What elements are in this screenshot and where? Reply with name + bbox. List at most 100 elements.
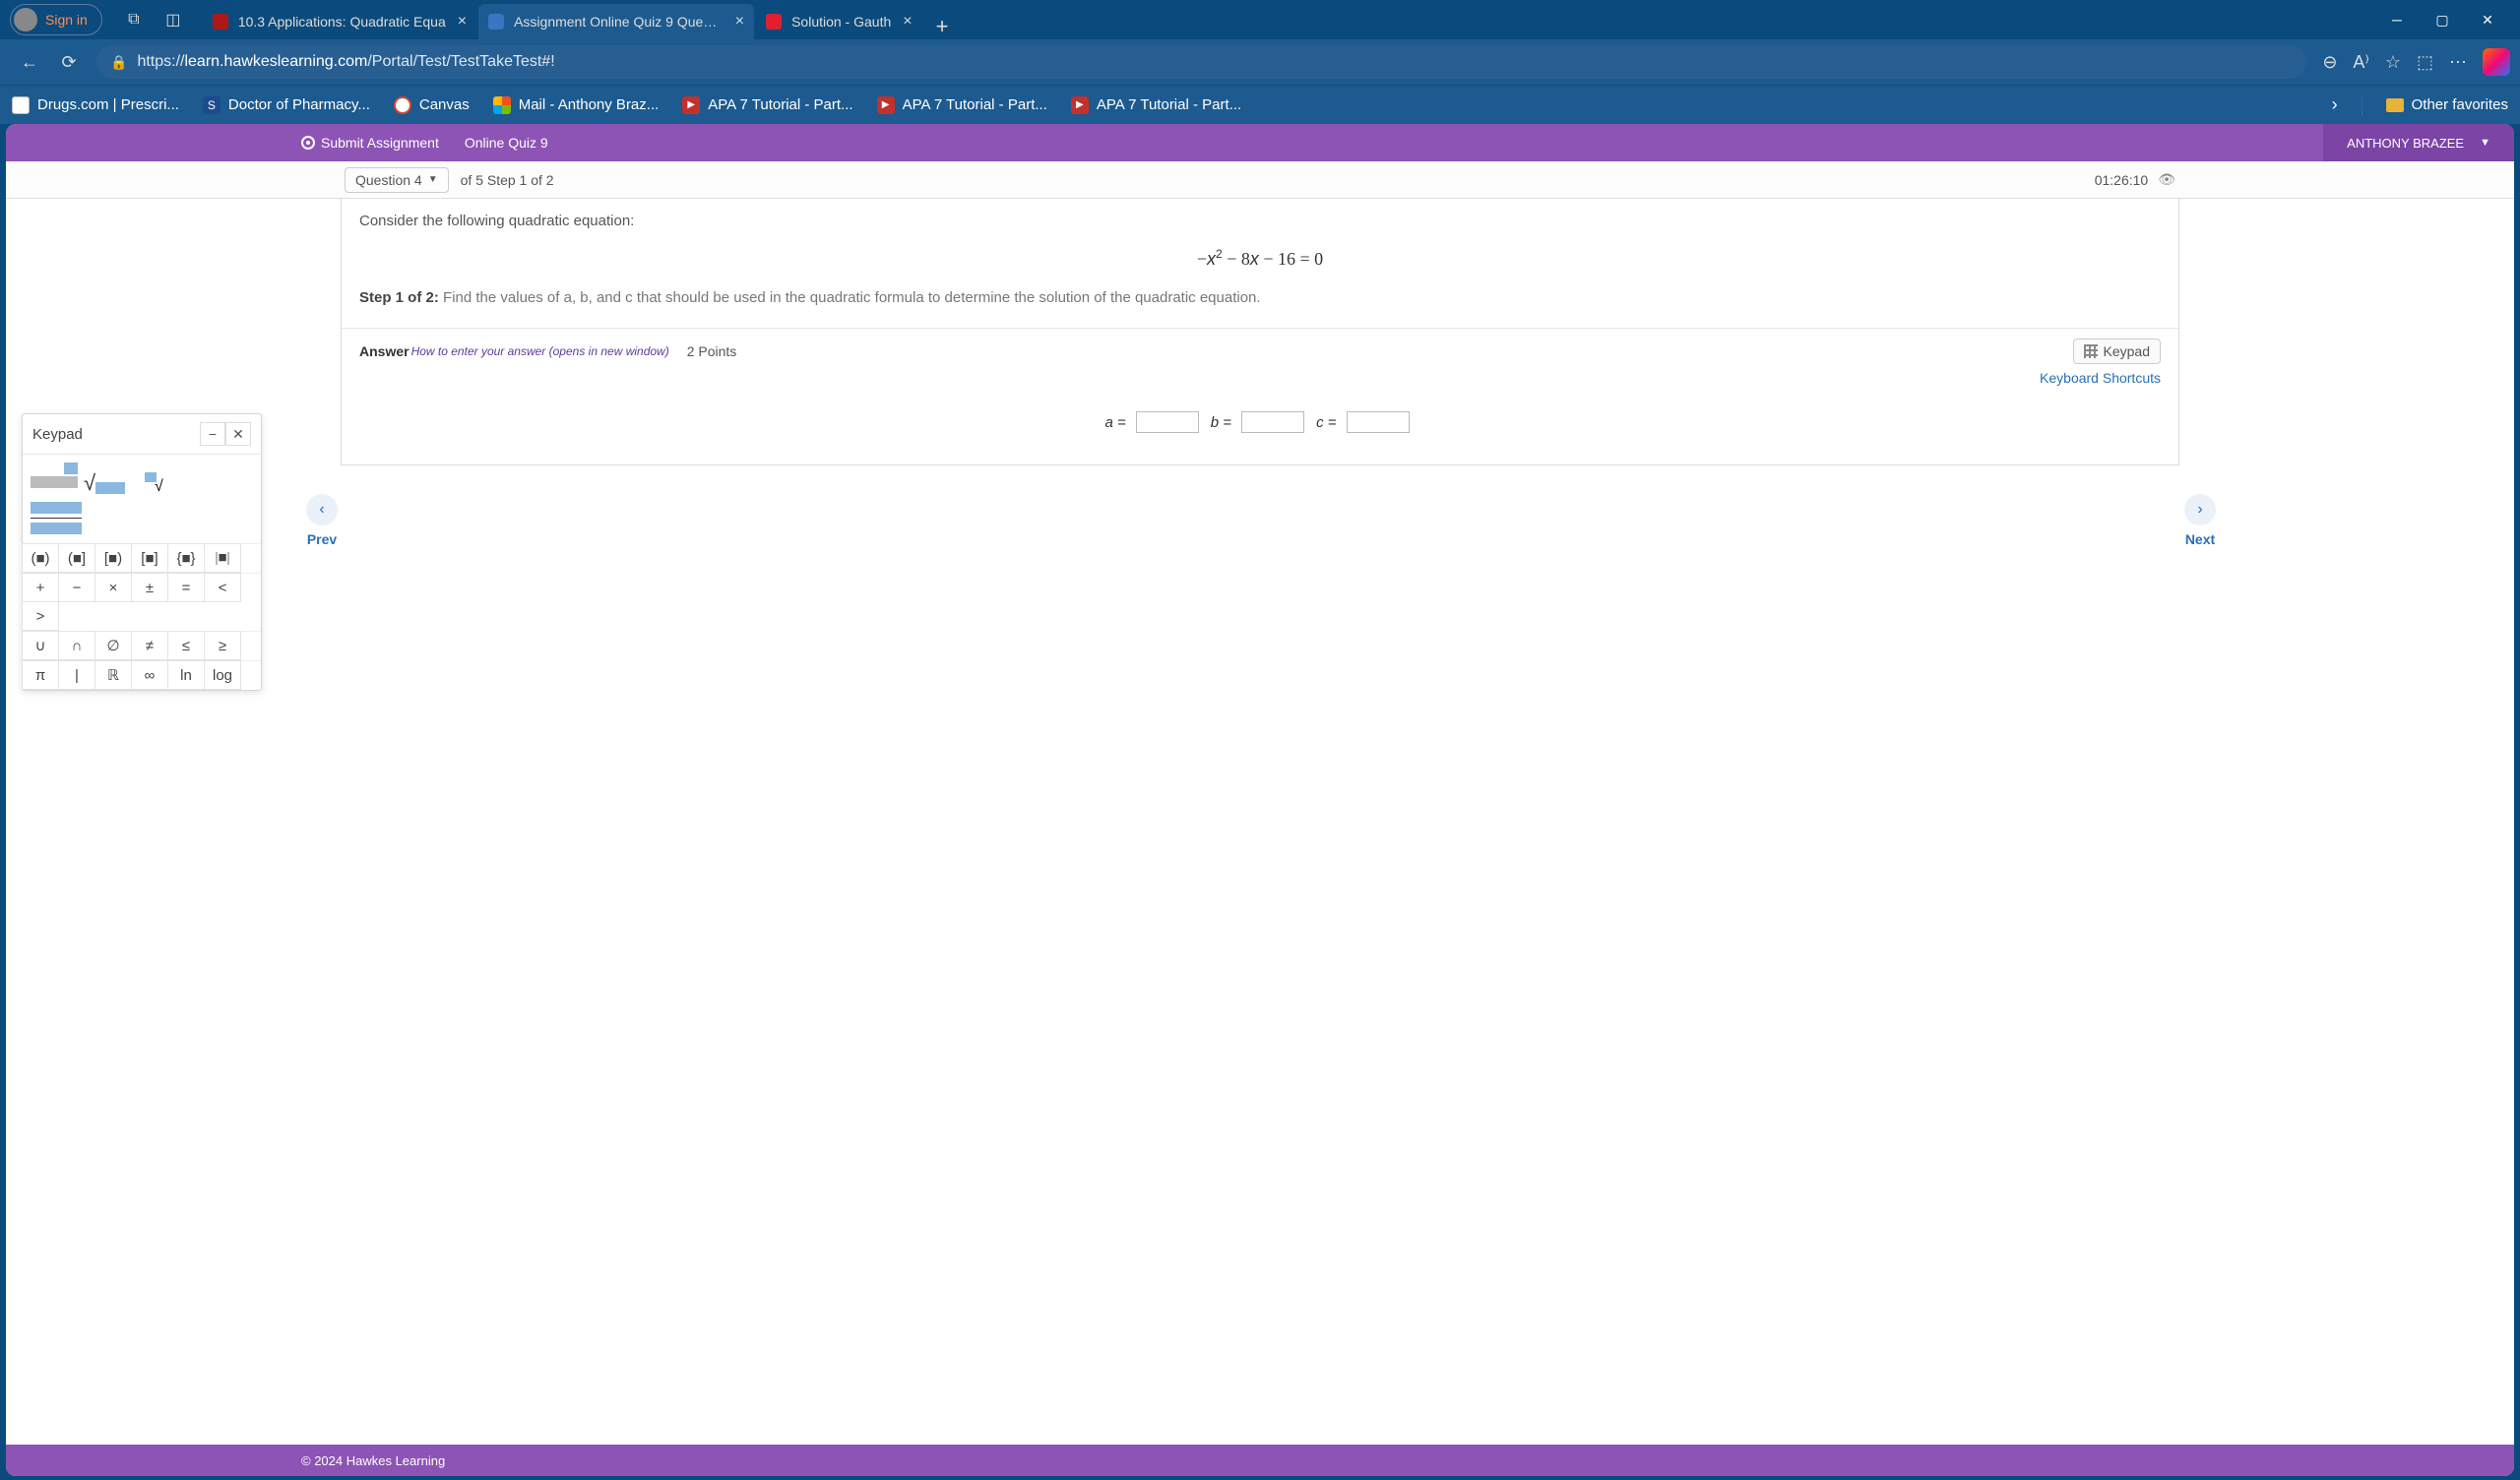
- close-icon[interactable]: ×: [903, 13, 912, 31]
- b-input[interactable]: [1241, 411, 1304, 433]
- kp-union[interactable]: ∪: [22, 631, 59, 660]
- keypad-minimize-button[interactable]: −: [200, 422, 225, 446]
- quiz-title: Online Quiz 9: [465, 135, 548, 151]
- tab-strip: 10.3 Applications: Quadratic Equa × Assi…: [203, 0, 2374, 39]
- close-icon[interactable]: ×: [458, 13, 467, 31]
- kp-empty[interactable]: ∅: [94, 631, 132, 660]
- bookmark-item[interactable]: Drugs.com | Prescri...: [12, 96, 179, 114]
- kp-minus[interactable]: −: [58, 573, 95, 602]
- c-input[interactable]: [1347, 411, 1410, 433]
- tab-0[interactable]: 10.3 Applications: Quadratic Equa ×: [203, 4, 476, 39]
- kp-paren[interactable]: (■): [22, 543, 59, 573]
- kp-abs[interactable]: |■|: [204, 543, 241, 573]
- eye-off-icon[interactable]: 👁: [2158, 171, 2175, 188]
- bookmarks-overflow-icon[interactable]: ›: [2332, 94, 2338, 115]
- template-sqrt[interactable]: √: [84, 462, 139, 496]
- bookmark-item[interactable]: ▶APA 7 Tutorial - Part...: [1071, 96, 1241, 114]
- user-menu[interactable]: ANTHONY BRAZEE ▼: [2323, 124, 2514, 161]
- tab-1[interactable]: Assignment Online Quiz 9 Questio ×: [478, 4, 754, 39]
- template-exponent[interactable]: [31, 462, 78, 496]
- minimize-button[interactable]: ─: [2374, 0, 2420, 39]
- favicon-icon: [12, 96, 30, 114]
- profile-chip[interactable]: Sign in: [10, 4, 102, 35]
- other-favorites[interactable]: Other favorites: [2386, 96, 2508, 113]
- maximize-button[interactable]: ▢: [2420, 0, 2465, 39]
- footer: © 2024 Hawkes Learning: [6, 1445, 2514, 1476]
- read-aloud-icon[interactable]: A⁾: [2353, 52, 2368, 73]
- kp-neq[interactable]: ≠: [131, 631, 168, 660]
- keyboard-shortcuts-link[interactable]: Keyboard Shortcuts: [342, 368, 2178, 398]
- keypad-sets-row: ∪ ∩ ∅ ≠ ≤ ≥: [23, 631, 261, 660]
- kp-brace[interactable]: {■}: [167, 543, 205, 573]
- kp-times[interactable]: ×: [94, 573, 132, 602]
- template-nth-root[interactable]: √: [145, 462, 204, 496]
- kp-bracket[interactable]: [■]: [131, 543, 168, 573]
- close-window-button[interactable]: ✕: [2465, 0, 2510, 39]
- bookmarks-bar: Drugs.com | Prescri... SDoctor of Pharma…: [0, 85, 2520, 124]
- kp-interval-oc[interactable]: (■]: [58, 543, 95, 573]
- answer-help-link[interactable]: How to enter your answer (opens in new w…: [411, 344, 669, 358]
- lock-icon: 🔒: [110, 54, 127, 71]
- a-label: a =: [1105, 414, 1126, 431]
- question-card: Consider the following quadratic equatio…: [341, 199, 2179, 465]
- next-nav[interactable]: › Next: [2177, 494, 2223, 547]
- bookmark-item[interactable]: ▶APA 7 Tutorial - Part...: [682, 96, 852, 114]
- a-input[interactable]: [1136, 411, 1199, 433]
- kp-equals[interactable]: =: [167, 573, 205, 602]
- back-button[interactable]: ←: [10, 42, 49, 82]
- answer-label: Answer: [359, 343, 410, 359]
- kp-infinity[interactable]: ∞: [131, 660, 168, 690]
- question-selector[interactable]: Question 4 ▼: [345, 167, 449, 193]
- question-meta-row: Question 4 ▼ of 5 Step 1 of 2 01:26:10 👁: [6, 161, 2514, 199]
- bookmark-item[interactable]: Canvas: [394, 96, 470, 114]
- kp-reals[interactable]: ℝ: [94, 660, 132, 690]
- favorite-icon[interactable]: ☆: [2385, 52, 2401, 73]
- kp-ln[interactable]: ln: [167, 660, 205, 690]
- keypad-titlebar[interactable]: Keypad − ✕: [23, 414, 261, 455]
- kp-interval-co[interactable]: [■): [94, 543, 132, 573]
- youtube-icon: ▶: [1071, 96, 1089, 114]
- submit-assignment-link[interactable]: Submit Assignment: [301, 135, 439, 151]
- workspaces-icon[interactable]: ⧉: [116, 2, 152, 37]
- url-field[interactable]: 🔒 https://learn.hawkeslearning.com/Porta…: [96, 45, 2306, 79]
- refresh-button[interactable]: ⟳: [49, 42, 89, 82]
- new-tab-button[interactable]: +: [924, 14, 961, 39]
- sidebar-toggle-icon[interactable]: ◫: [156, 2, 191, 37]
- keypad-close-button[interactable]: ✕: [225, 422, 251, 446]
- bookmark-item[interactable]: ▶APA 7 Tutorial - Part...: [877, 96, 1047, 114]
- kp-plus[interactable]: +: [22, 573, 59, 602]
- bookmark-item[interactable]: Mail - Anthony Braz...: [493, 96, 660, 114]
- template-fraction[interactable]: [31, 502, 82, 535]
- extensions-icon[interactable]: ⬚: [2417, 52, 2433, 73]
- bookmark-item[interactable]: SDoctor of Pharmacy...: [203, 96, 370, 114]
- address-bar: ← ⟳ 🔒 https://learn.hawkeslearning.com/P…: [0, 39, 2520, 85]
- close-icon[interactable]: ×: [735, 13, 744, 31]
- kp-lt[interactable]: <: [204, 573, 241, 602]
- favicon-icon: [493, 96, 511, 114]
- profile-label: Sign in: [45, 12, 88, 28]
- answer-header: Answer How to enter your answer (opens i…: [342, 329, 2178, 368]
- keypad-toggle-button[interactable]: Keypad: [2073, 339, 2161, 364]
- kp-le[interactable]: ≤: [167, 631, 205, 660]
- copilot-icon[interactable]: [2483, 48, 2510, 76]
- chevron-left-icon[interactable]: ‹: [306, 494, 338, 525]
- prev-nav[interactable]: ‹ Prev: [299, 494, 345, 547]
- kp-ge[interactable]: ≥: [204, 631, 241, 660]
- kp-pi[interactable]: π: [22, 660, 59, 690]
- kp-plusminus[interactable]: ±: [131, 573, 168, 602]
- favicon-icon: [488, 14, 504, 30]
- zoom-icon[interactable]: ⊖: [2322, 52, 2337, 73]
- chevron-right-icon[interactable]: ›: [2184, 494, 2216, 525]
- tab-title: Solution - Gauth: [791, 14, 891, 30]
- url-text: https://learn.hawkeslearning.com/Portal/…: [137, 53, 554, 71]
- favicon-icon: [766, 14, 782, 30]
- kp-bar[interactable]: |: [58, 660, 95, 690]
- kp-intersect[interactable]: ∩: [58, 631, 95, 660]
- tab-title: Assignment Online Quiz 9 Questio: [514, 14, 724, 30]
- favicon-icon: S: [203, 96, 220, 114]
- c-label: c =: [1316, 414, 1336, 431]
- tab-2[interactable]: Solution - Gauth ×: [756, 4, 922, 39]
- more-icon[interactable]: ⋯: [2449, 52, 2467, 73]
- kp-log[interactable]: log: [204, 660, 241, 690]
- kp-gt[interactable]: >: [22, 601, 59, 631]
